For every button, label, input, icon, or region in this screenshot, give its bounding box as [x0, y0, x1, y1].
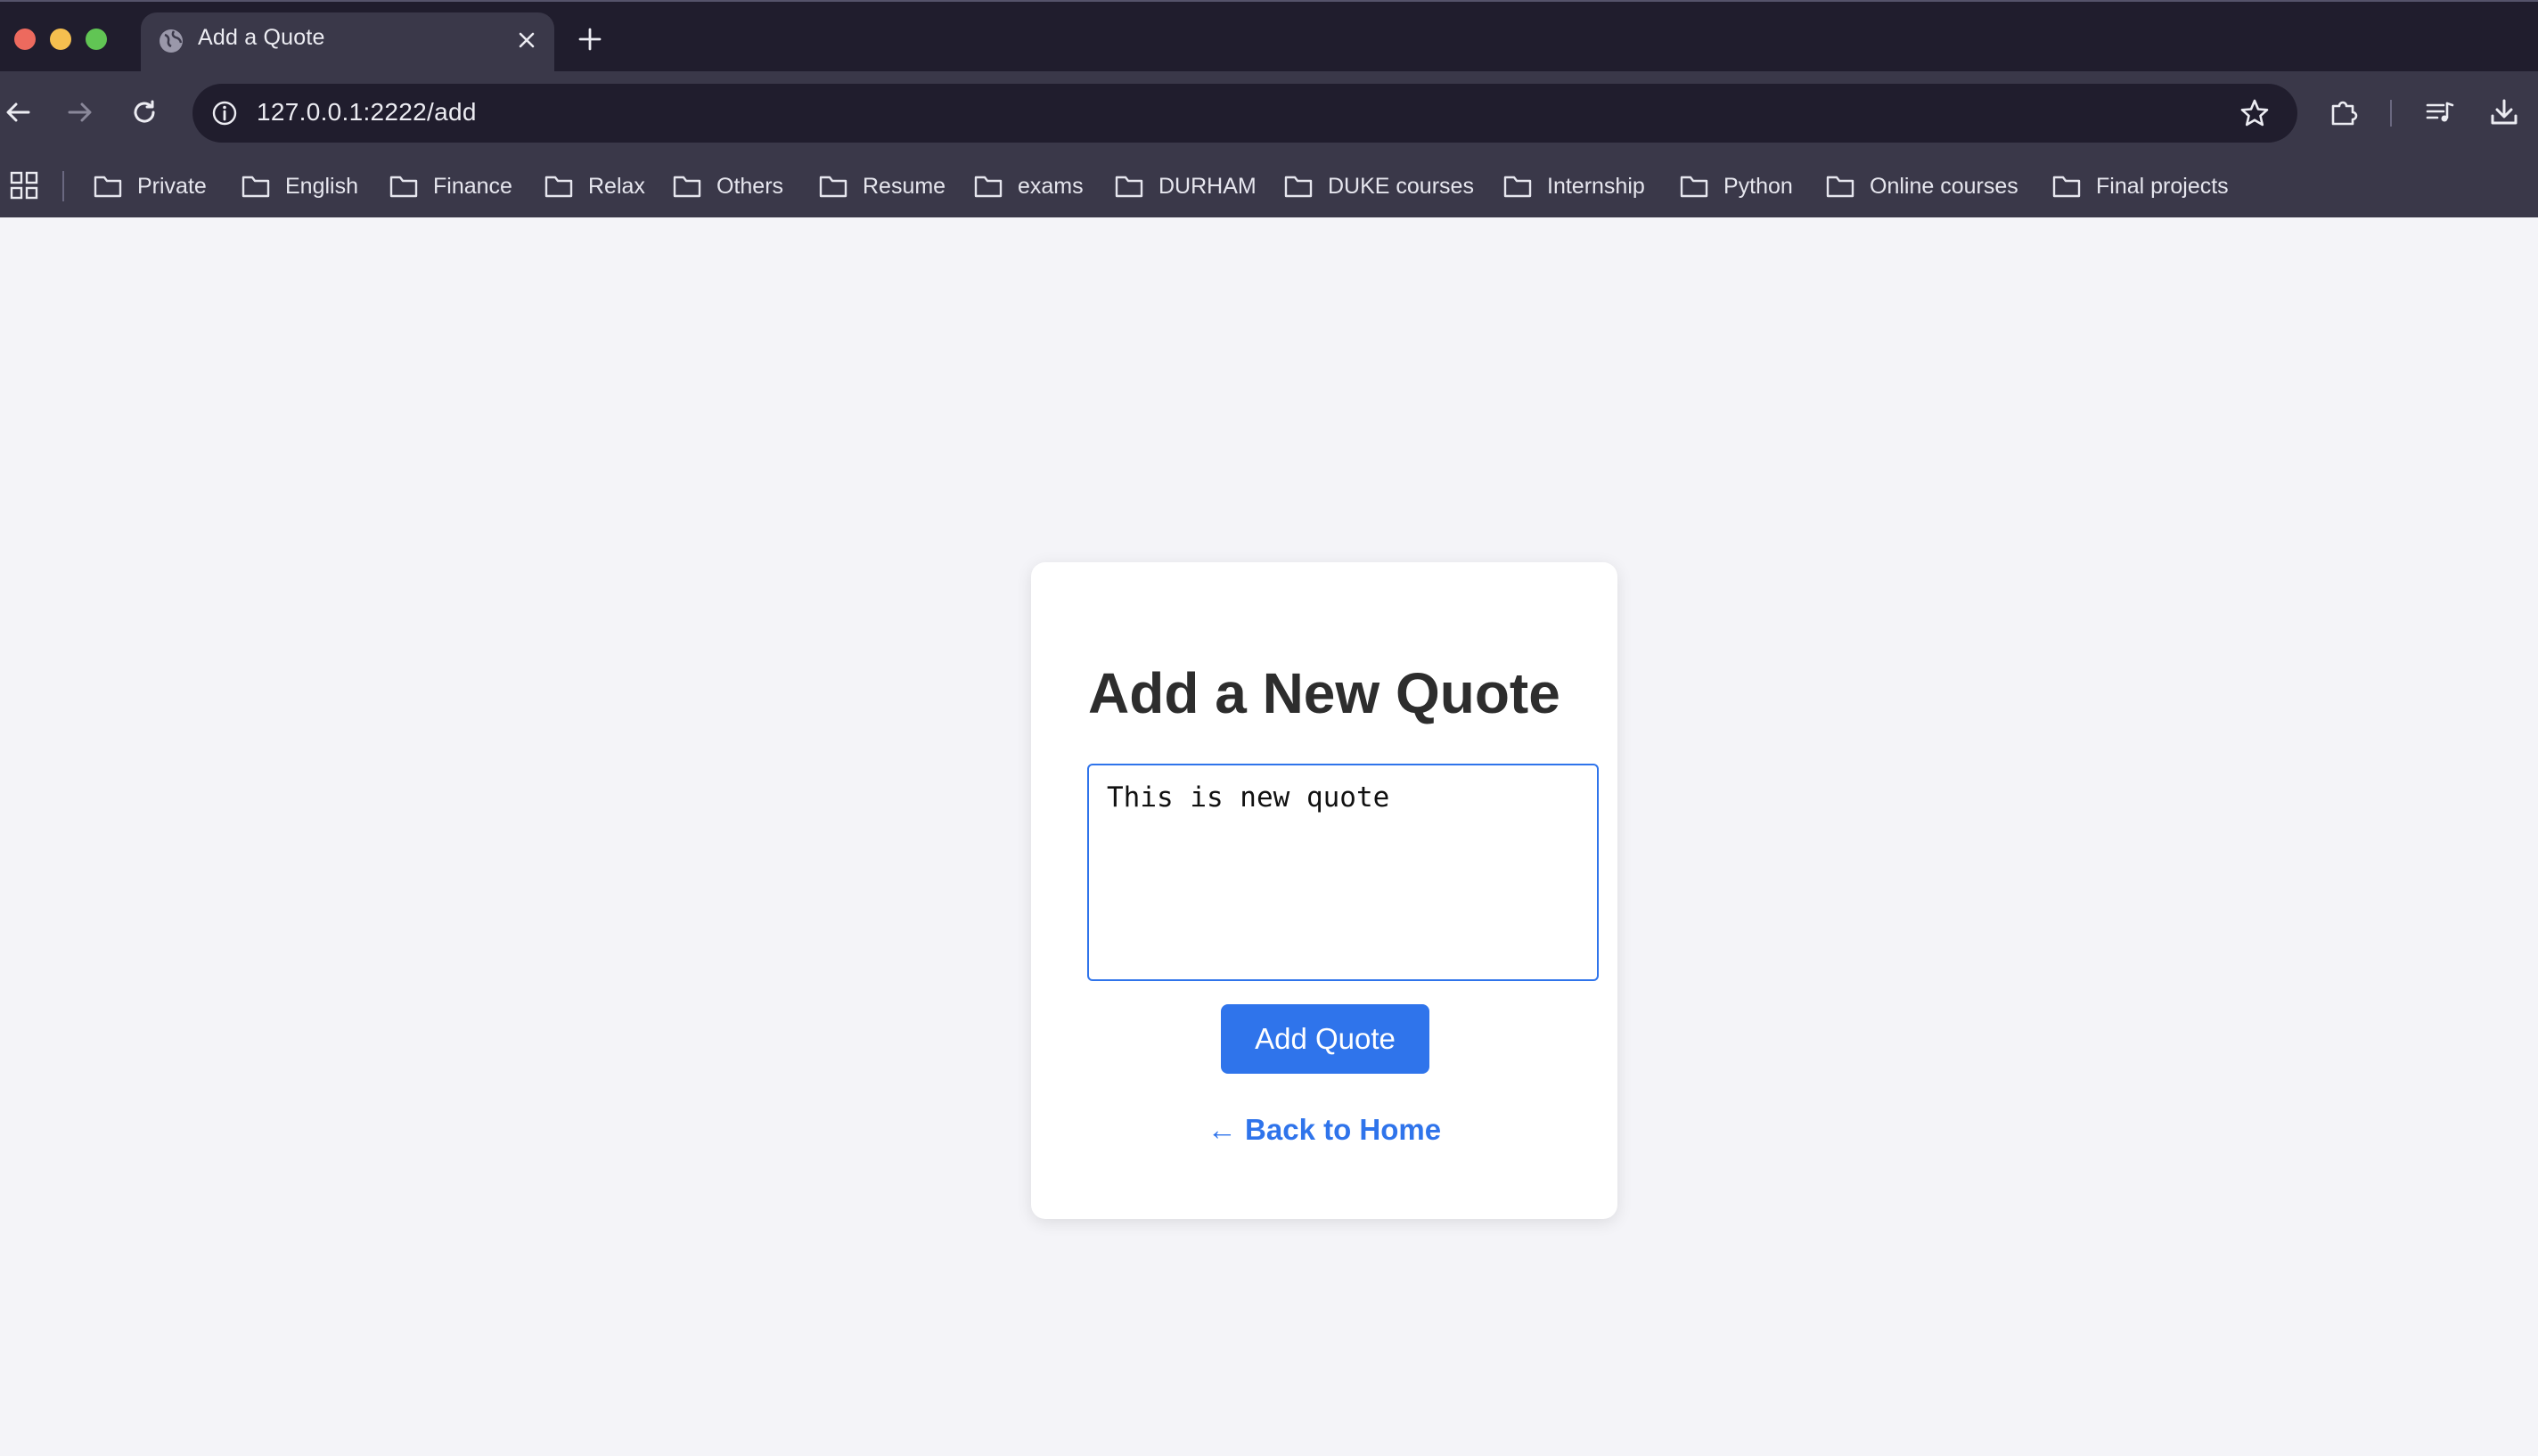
bookmark-folder[interactable]: DUKE courses [1283, 166, 1474, 207]
folder-icon [819, 176, 847, 198]
window-maximize-button[interactable] [86, 29, 107, 50]
bookmark-folder[interactable]: Python [1679, 166, 1793, 207]
bookmark-star-icon[interactable] [2239, 97, 2271, 129]
url-text[interactable]: 127.0.0.1:2222/add [257, 98, 477, 127]
new-tab-plus-icon[interactable] [576, 25, 604, 53]
quote-textarea[interactable] [1087, 764, 1599, 981]
bookmark-label: English [285, 173, 358, 199]
bookmark-label: Resume [863, 173, 946, 199]
bookmark-folder[interactable]: exams [973, 166, 1084, 207]
close-icon[interactable] [515, 29, 538, 52]
bookmark-label: Python [1723, 173, 1793, 199]
folder-icon [1503, 176, 1532, 198]
folder-icon [1680, 176, 1708, 198]
add-quote-button[interactable]: Add Quote [1221, 1004, 1429, 1074]
tab-title: Add a Quote [198, 25, 325, 50]
folder-icon [2052, 176, 2081, 198]
apps-grid-icon[interactable] [9, 170, 39, 200]
bookmark-folder[interactable]: Internship [1502, 166, 1645, 207]
bookmark-folder[interactable]: Resume [818, 166, 946, 207]
browser-chrome: Add a Quote 127.0.0.1:2222/add Private E… [0, 0, 2538, 217]
window-minimize-button[interactable] [50, 29, 71, 50]
folder-icon [1115, 176, 1143, 198]
address-bar[interactable]: 127.0.0.1:2222/add [192, 84, 2297, 143]
reload-icon[interactable] [128, 96, 160, 128]
folder-icon [389, 176, 418, 198]
bookmark-label: Final projects [2096, 173, 2229, 199]
bookmark-label: DUKE courses [1328, 173, 1474, 199]
folder-icon [673, 176, 701, 198]
window-close-button[interactable] [14, 29, 36, 50]
bookmark-folder[interactable]: Online courses [1825, 166, 2018, 207]
bookmark-folder[interactable]: Others [672, 166, 783, 207]
globe-icon [160, 29, 183, 53]
bookmark-folder[interactable]: Final projects [2051, 166, 2229, 207]
folder-icon [94, 176, 122, 198]
folder-icon [1826, 176, 1854, 198]
forward-arrow-icon[interactable] [64, 96, 96, 128]
bookmark-label: Internship [1547, 173, 1645, 199]
tab-strip: Add a Quote [0, 0, 2538, 73]
active-tab[interactable]: Add a Quote [141, 12, 554, 73]
bookmark-folder[interactable]: Relax [544, 166, 645, 207]
bookmark-label: Relax [588, 173, 645, 199]
bookmarks-divider [62, 171, 64, 201]
extensions-puzzle-icon[interactable] [2328, 96, 2360, 128]
bookmark-label: Online courses [1870, 173, 2018, 199]
bookmark-label: exams [1018, 173, 1084, 199]
bookmark-label: Private [137, 173, 207, 199]
bookmark-folder[interactable]: English [241, 166, 358, 207]
back-arrow-icon[interactable] [2, 96, 34, 128]
bookmark-folder[interactable]: DURHAM [1114, 166, 1257, 207]
download-icon[interactable] [2488, 96, 2520, 128]
bookmark-label: DURHAM [1158, 173, 1257, 199]
toolbar-divider [2390, 100, 2392, 127]
bookmark-folder[interactable]: Finance [389, 166, 512, 207]
bookmark-folder[interactable]: Private [93, 166, 207, 207]
back-to-home-link[interactable]: ← Back to Home [1031, 1113, 1617, 1147]
bookmark-label: Finance [433, 173, 512, 199]
bookmarks-bar: Private English Finance Relax Others Resume ex… [0, 155, 2538, 217]
page-viewport: Add a New Quote Add Quote ← Back to Home [0, 217, 2538, 1456]
page-title: Add a New Quote [1088, 661, 1560, 725]
folder-icon [544, 176, 573, 198]
bookmark-label: Others [716, 173, 784, 199]
folder-icon [242, 176, 270, 198]
folder-icon [1284, 176, 1313, 198]
add-quote-card: Add a New Quote Add Quote ← Back to Home [1031, 562, 1617, 1219]
folder-icon [974, 176, 1003, 198]
site-info-icon[interactable] [209, 97, 241, 129]
media-control-icon[interactable] [2424, 96, 2456, 128]
browser-toolbar: 127.0.0.1:2222/add [0, 71, 2538, 155]
